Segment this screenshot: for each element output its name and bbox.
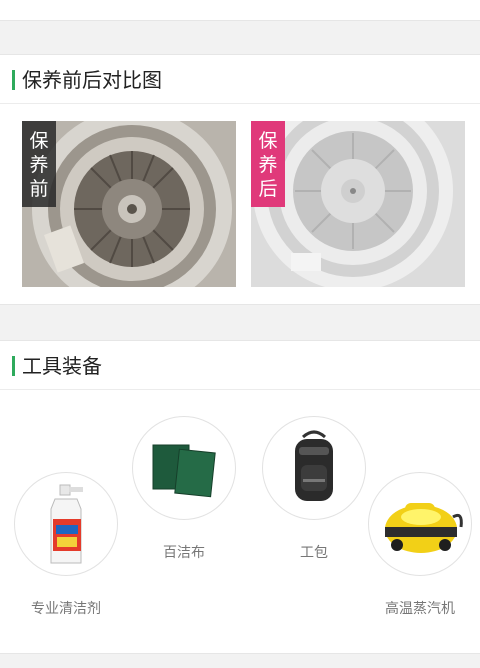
steam-cleaner-icon bbox=[368, 472, 472, 576]
tools-header: 工具装备 bbox=[0, 341, 480, 390]
top-bar bbox=[0, 0, 480, 21]
accent-bar bbox=[12, 356, 15, 376]
compare-title: 保养前后对比图 bbox=[22, 68, 162, 92]
tool-scouring-pad: 百洁布 bbox=[132, 416, 236, 562]
tools-title: 工具装备 bbox=[22, 354, 102, 378]
tool-detergent: 专业清洁剂 bbox=[14, 472, 118, 618]
scouring-pad-icon bbox=[132, 416, 236, 520]
tool-backpack-icon bbox=[262, 416, 366, 520]
compare-section: 保养前后对比图 保 养 前 保 养 后 bbox=[0, 54, 480, 305]
tool-label: 百洁布 bbox=[163, 545, 205, 561]
tool-label: 高温蒸汽机 bbox=[385, 601, 455, 617]
tool-backpack: 工包 bbox=[262, 416, 366, 562]
tool-label: 工包 bbox=[300, 545, 328, 561]
compare-header: 保养前后对比图 bbox=[0, 55, 480, 104]
before-photo: 保 养 前 bbox=[22, 121, 236, 287]
tools-section: 工具装备 专业清洁剂 百洁布 工包 高温蒸汽机 bbox=[0, 340, 480, 654]
before-tag: 保 养 前 bbox=[22, 121, 56, 207]
after-photo: 保 养 后 bbox=[251, 121, 465, 287]
accent-bar bbox=[12, 70, 15, 90]
after-tag: 保 养 后 bbox=[251, 121, 285, 207]
tool-label: 专业清洁剂 bbox=[31, 601, 101, 617]
detergent-bottle-icon bbox=[14, 472, 118, 576]
tool-steamer: 高温蒸汽机 bbox=[368, 472, 472, 618]
